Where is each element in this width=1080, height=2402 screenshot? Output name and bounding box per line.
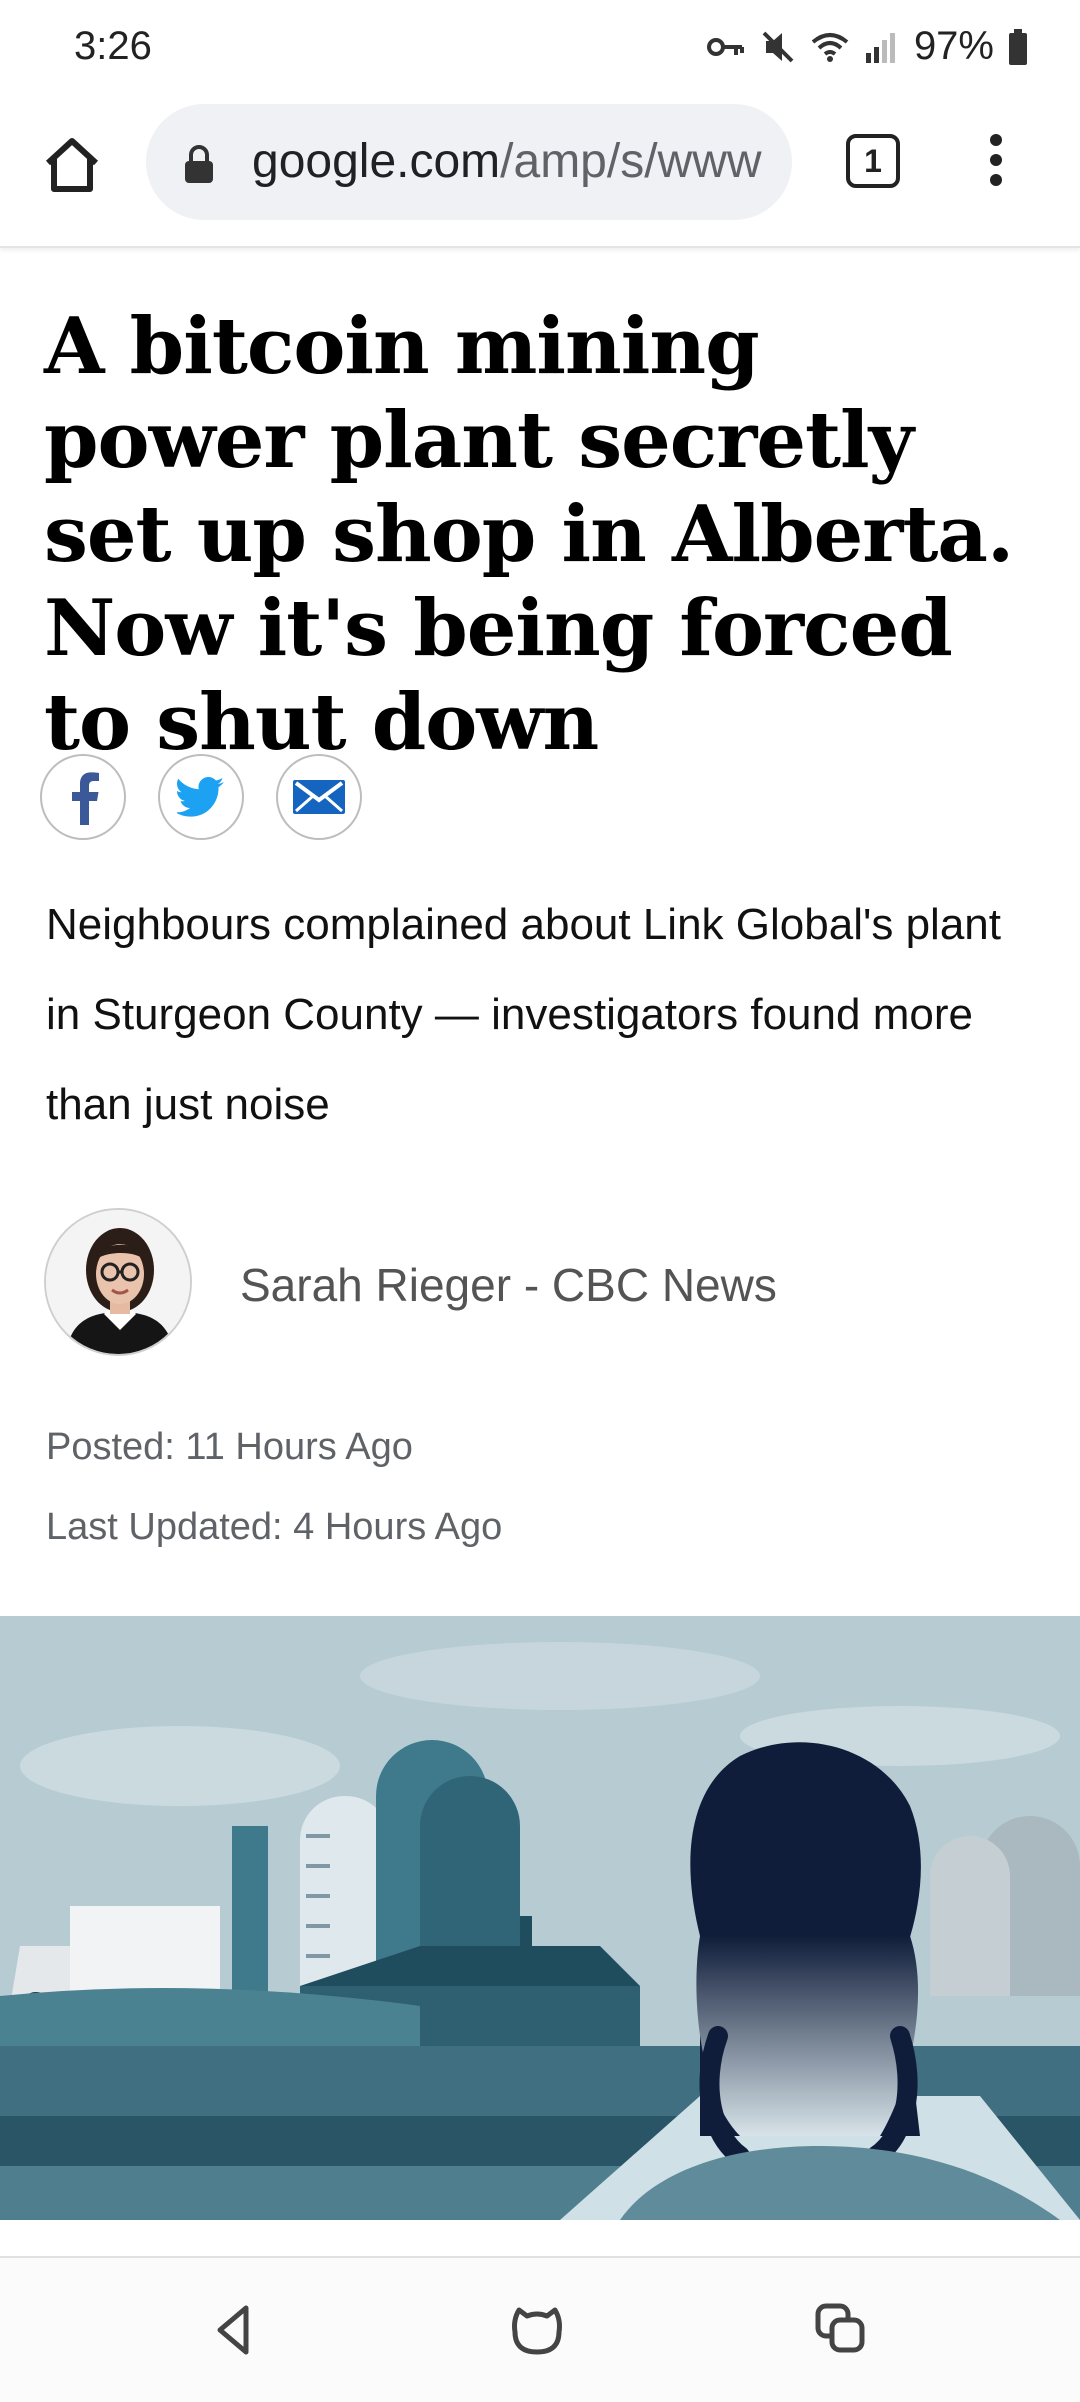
twitter-icon [177,777,224,817]
updated-time: Last Updated: 4 Hours Ago [46,1506,503,1548]
battery-percent: 97% [913,24,994,68]
facebook-share-button[interactable] [40,754,126,840]
more-vert-icon[interactable] [978,134,1014,198]
hero-illustration [0,1616,1080,2220]
signal-icon [865,32,895,63]
bitcoin-plant-illustration [0,1616,1080,2220]
author-row: Sarah Rieger - CBC News [44,1208,1044,1358]
email-icon [293,780,345,814]
author-byline[interactable]: Sarah Rieger - CBC News [240,1258,777,1312]
article-summary: Neighbours complained about Link Global'… [46,900,1002,1129]
key-icon [706,37,744,56]
home-icon[interactable] [40,133,104,197]
author-portrait-icon [46,1210,190,1354]
url-text[interactable]: google.com/amp/s/www [252,134,762,189]
mute-icon [762,31,794,62]
twitter-share-button[interactable] [158,754,244,840]
browser-toolbar: google.com/amp/s/www 1 [0,96,1080,248]
back-icon[interactable] [202,2298,266,2362]
battery-icon [1009,28,1027,65]
wifi-icon [811,32,849,62]
posted-time: Posted: 11 Hours Ago [46,1426,413,1468]
author-avatar[interactable] [44,1208,192,1356]
lock-icon[interactable] [182,144,216,184]
status-bar: 3:26 97% [0,0,1080,96]
url-bar[interactable]: google.com/amp/s/www [146,104,792,220]
share-row [40,754,362,840]
url-path: /amp/s/www [500,135,762,188]
url-domain: google.com [252,135,501,188]
recents-icon[interactable] [808,2298,872,2362]
system-nav-bar [0,2256,1080,2402]
facebook-icon [72,772,99,825]
article-headline: A bitcoin mining power plant secretly se… [44,301,1014,768]
tab-switcher-button[interactable]: 1 [846,134,900,188]
status-time: 3:26 [74,24,152,68]
status-icons: 97% [706,24,1028,69]
email-share-button[interactable] [276,754,362,840]
home-nav-icon[interactable] [505,2298,569,2362]
